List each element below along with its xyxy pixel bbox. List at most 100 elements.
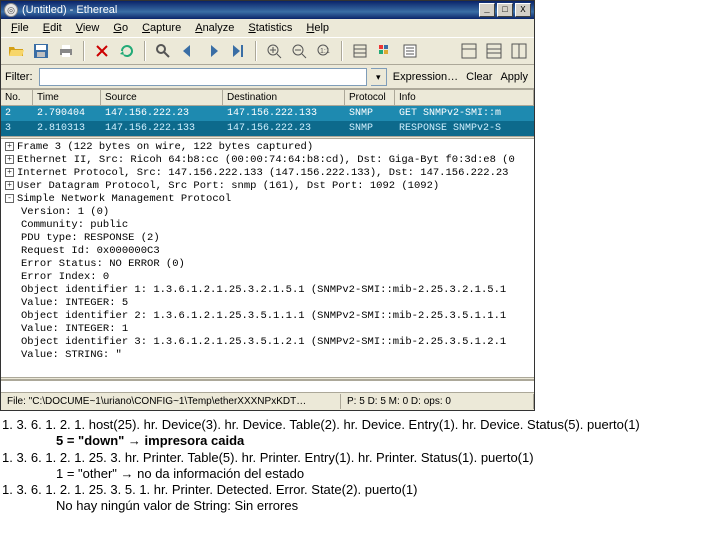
tree-line[interactable]: -Simple Network Management Protocol (3, 193, 532, 206)
expand-icon[interactable]: + (5, 168, 14, 177)
note-line: 1. 3. 6. 1. 2. 1. host(25). hr. Device(3… (2, 417, 718, 433)
tree-text: Community: public (21, 219, 128, 231)
packet-list-body[interactable]: 2 2.790404 147.156.222.23 147.156.222.13… (1, 106, 534, 136)
filter-bar: Filter: ▾ Expression… Clear Apply (1, 65, 534, 89)
color-rules-button[interactable] (374, 40, 396, 62)
tree-line[interactable]: +User Datagram Protocol, Src Port: snmp … (3, 180, 532, 193)
column-header-time[interactable]: Time (33, 90, 101, 106)
expand-icon[interactable]: + (5, 142, 14, 151)
expression-button[interactable]: Expression… (391, 71, 460, 83)
expand-icon[interactable]: + (5, 181, 14, 190)
minimize-button[interactable]: _ (479, 3, 495, 17)
status-file-path: File: "C:\DOCUME~1\uriano\CONFIG~1\Temp\… (1, 394, 341, 409)
tree-line: Object identifier 3: 1.3.6.1.2.1.25.3.5.… (3, 336, 532, 349)
menu-edit[interactable]: Edit (37, 21, 68, 35)
reload-button[interactable] (116, 40, 138, 62)
status-packet-counts: P: 5 D: 5 M: 0 D: ops: 0 (341, 394, 534, 409)
window-title: (Untitled) - Ethereal (22, 4, 477, 16)
menu-statistics[interactable]: Statistics (242, 21, 298, 35)
tree-line: Error Index: 0 (3, 271, 532, 284)
tree-line: Error Status: NO ERROR (0) (3, 258, 532, 271)
column-header-source[interactable]: Source (101, 90, 223, 106)
tree-line: Value: INTEGER: 1 (3, 323, 532, 336)
svg-text:1:1: 1:1 (320, 48, 330, 55)
tree-text: Request Id: 0x000000C3 (21, 245, 160, 257)
menu-capture[interactable]: Capture (136, 21, 187, 35)
zoom-reset-button[interactable]: 1:1 (313, 40, 335, 62)
clear-button[interactable]: Clear (464, 71, 494, 83)
tree-text: Value: INTEGER: 1 (21, 323, 128, 335)
filter-label: Filter: (5, 71, 35, 83)
tree-line: Object identifier 1: 1.3.6.1.2.1.25.3.2.… (3, 284, 532, 297)
tree-text: Internet Protocol, Src: 147.156.222.133 … (17, 167, 508, 179)
collapse-icon[interactable]: - (5, 194, 14, 203)
packet-details-pane[interactable]: +Frame 3 (122 bytes on wire, 122 bytes c… (1, 139, 534, 377)
menu-view[interactable]: View (70, 21, 106, 35)
save-button[interactable] (30, 40, 52, 62)
maximize-button[interactable]: □ (497, 3, 513, 17)
zoom-out-button[interactable] (288, 40, 310, 62)
column-header-no[interactable]: No. (1, 90, 33, 106)
filter-input[interactable] (39, 68, 367, 86)
menu-help[interactable]: Help (300, 21, 335, 35)
menubar: FileEditViewGoCaptureAnalyzeStatisticsHe… (1, 19, 534, 37)
packet-list-pane: No. Time Source Destination Protocol Inf… (1, 89, 534, 136)
annotation-notes: 1. 3. 6. 1. 2. 1. host(25). hr. Device(3… (0, 411, 720, 521)
tree-line: Object identifier 2: 1.3.6.1.2.1.25.3.5.… (3, 310, 532, 323)
capture-options-button[interactable] (349, 40, 371, 62)
tree-line: Version: 1 (0) (3, 206, 532, 219)
note-line: 1. 3. 6. 1. 2. 1. 25. 3. 5. 1. hr. Print… (2, 482, 718, 498)
tree-text: Object identifier 1: 1.3.6.1.2.1.25.3.2.… (21, 284, 506, 296)
open-button[interactable] (5, 40, 27, 62)
tree-line: PDU type: RESPONSE (2) (3, 232, 532, 245)
close-file-button[interactable] (91, 40, 113, 62)
layout-button-2[interactable] (483, 40, 505, 62)
menu-analyze[interactable]: Analyze (189, 21, 240, 35)
packet-list-header: No. Time Source Destination Protocol Inf… (1, 90, 534, 106)
menu-file[interactable]: File (5, 21, 35, 35)
print-button[interactable] (55, 40, 77, 62)
column-header-protocol[interactable]: Protocol (345, 90, 395, 106)
tree-text: Frame 3 (122 bytes on wire, 122 bytes ca… (17, 141, 313, 153)
tree-line: Value: STRING: " (3, 349, 532, 362)
tree-text: PDU type: RESPONSE (2) (21, 232, 160, 244)
statusbar: File: "C:\DOCUME~1\uriano\CONFIG~1\Temp\… (1, 392, 534, 410)
filter-dropdown-button[interactable]: ▾ (371, 68, 387, 86)
toolbar-main: 1:1 (1, 37, 534, 65)
note-line: No hay ningún valor de String: Sin error… (2, 498, 718, 514)
tree-line[interactable]: +Ethernet II, Src: Ricoh 64:b8:cc (00:00… (3, 154, 532, 167)
go-to-button[interactable] (227, 40, 249, 62)
toolbar-separator (341, 41, 343, 61)
packet-bytes-pane[interactable] (1, 380, 534, 392)
go-back-button[interactable] (177, 40, 199, 62)
packet-row[interactable]: 3 2.810313 147.156.222.133 147.156.222.2… (1, 121, 534, 136)
layout-button-1[interactable] (458, 40, 480, 62)
apply-button[interactable]: Apply (498, 71, 530, 83)
tree-text: Value: STRING: " (21, 349, 122, 361)
close-button[interactable]: X (515, 3, 531, 17)
app-icon: ◎ (4, 3, 18, 17)
layout-button-3[interactable] (508, 40, 530, 62)
prefs-button[interactable] (399, 40, 421, 62)
packet-row[interactable]: 2 2.790404 147.156.222.23 147.156.222.13… (1, 106, 534, 121)
menu-go[interactable]: Go (107, 21, 134, 35)
expand-icon[interactable]: + (5, 155, 14, 164)
find-button[interactable] (152, 40, 174, 62)
tree-line: Community: public (3, 219, 532, 232)
tree-text: Object identifier 3: 1.3.6.1.2.1.25.3.5.… (21, 336, 506, 348)
column-header-destination[interactable]: Destination (223, 90, 345, 106)
tree-line[interactable]: +Internet Protocol, Src: 147.156.222.133… (3, 167, 532, 180)
note-line: 5 = "down" → impresora caida (2, 433, 718, 449)
tree-text: Simple Network Management Protocol (17, 193, 231, 205)
ethereal-window: ◎ (Untitled) - Ethereal _ □ X FileEditVi… (0, 0, 535, 411)
tree-text: Object identifier 2: 1.3.6.1.2.1.25.3.5.… (21, 310, 506, 322)
tree-line[interactable]: +Frame 3 (122 bytes on wire, 122 bytes c… (3, 141, 532, 154)
toolbar-separator (83, 41, 85, 61)
tree-text: Value: INTEGER: 5 (21, 297, 128, 309)
titlebar: ◎ (Untitled) - Ethereal _ □ X (1, 1, 534, 19)
column-header-info[interactable]: Info (395, 90, 534, 106)
tree-text: Error Index: 0 (21, 271, 109, 283)
zoom-in-button[interactable] (263, 40, 285, 62)
note-line: 1. 3. 6. 1. 2. 1. 25. 3. hr. Printer. Ta… (2, 450, 718, 466)
go-forward-button[interactable] (202, 40, 224, 62)
